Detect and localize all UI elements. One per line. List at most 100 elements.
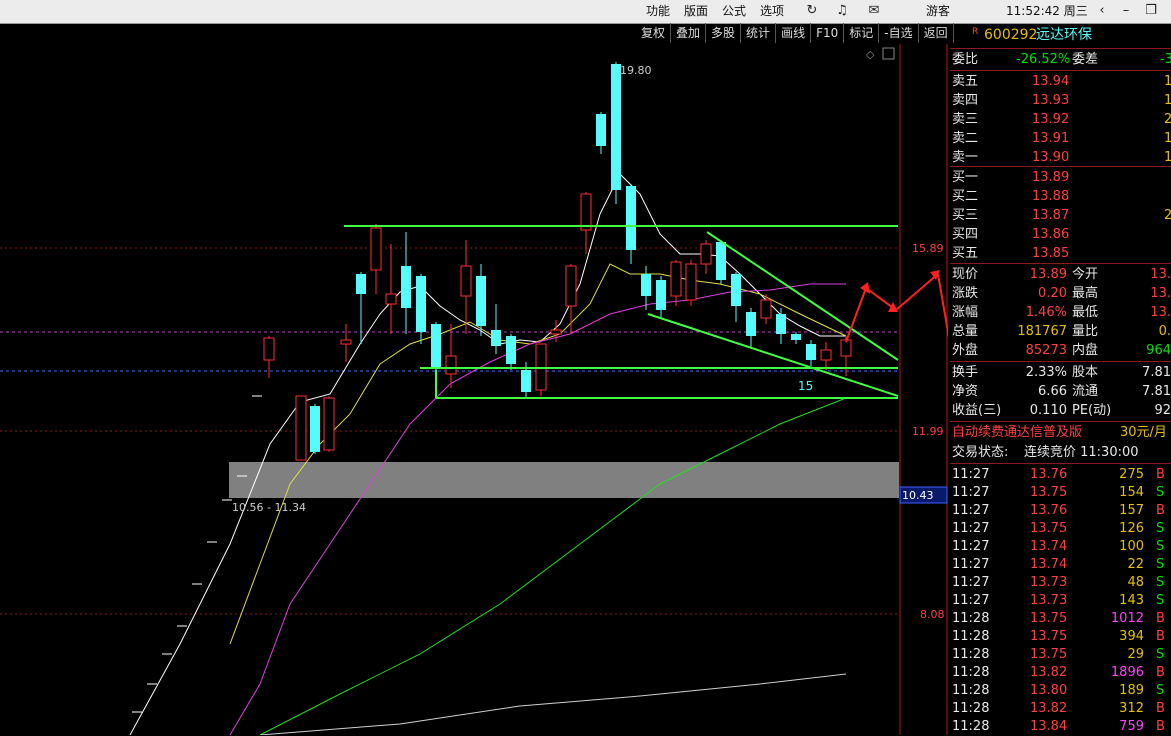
fundamental-row: 净资 6.66 流通 7.81: [950, 383, 1171, 401]
promo-price: 30元/月: [1120, 425, 1167, 440]
sell-order-row[interactable]: 卖五 13.94 1: [950, 73, 1171, 91]
quote-value: 181767: [1017, 324, 1067, 339]
mail-icon[interactable]: ✉: [866, 3, 882, 19]
candle-body-up: [385, 293, 397, 305]
candle-body-down: [716, 242, 726, 280]
toolbar-restore-rights[interactable]: 复权: [636, 23, 672, 43]
menu-function[interactable]: 功能: [646, 0, 670, 23]
order-price: 13.88: [1032, 189, 1070, 204]
tick-side: S: [1156, 539, 1165, 554]
toolbar-draw-line[interactable]: 画线: [776, 23, 812, 43]
toolbar-mark[interactable]: 标记: [844, 23, 880, 43]
sell-order-row[interactable]: 卖二 13.91 1: [950, 130, 1171, 148]
tick-row: 11:28 13.75 29 S: [950, 646, 1171, 664]
toolbar-return[interactable]: 返回: [919, 23, 954, 43]
tick-row: 11:27 13.76 275 B: [950, 466, 1171, 484]
minimize-icon[interactable]: –: [1118, 3, 1134, 19]
tick-price: 13.76: [1030, 503, 1068, 518]
candle-body-down: [506, 336, 516, 364]
tick-volume: 275: [1119, 467, 1144, 482]
tick-side: S: [1156, 575, 1165, 590]
diamond-icon[interactable]: ◇: [866, 48, 875, 61]
sell-order-row[interactable]: 卖一 13.90 1: [950, 149, 1171, 167]
toolbar-watchlist[interactable]: -自选: [879, 23, 919, 43]
candle-body-up: [445, 355, 457, 375]
tick-volume: 29: [1127, 647, 1144, 662]
order-price: 13.93: [1032, 93, 1070, 108]
tick-volume: 48: [1127, 575, 1144, 590]
tick-row: 11:28 13.82 1896 B: [950, 664, 1171, 682]
range-label: 10.56 - 11.34: [232, 501, 306, 514]
candle-body-down: [476, 276, 486, 326]
tick-side: S: [1156, 647, 1165, 662]
order-volume: 1: [1164, 74, 1171, 89]
order-label: 买一: [952, 170, 979, 185]
user-label[interactable]: 游客: [926, 0, 950, 23]
quote-label: 外盘: [952, 343, 979, 358]
candle-body-down: [310, 406, 320, 452]
toolbar-statistics[interactable]: 统计: [741, 23, 777, 43]
candle-body-down: [431, 324, 441, 368]
candle-body-down: [356, 274, 366, 294]
order-label: 买三: [952, 208, 979, 223]
candle-body-up: [840, 339, 852, 357]
menu-layout[interactable]: 版面: [684, 0, 708, 23]
stock-code: 600292: [984, 27, 1038, 43]
tick-side: S: [1156, 683, 1165, 698]
candle-body-down: [806, 344, 816, 360]
toolbar-multi-stock[interactable]: 多股: [706, 23, 742, 43]
back-icon[interactable]: ‹: [1094, 3, 1110, 19]
stock-header[interactable]: R 600292 远达环保: [950, 26, 1171, 44]
candle-body-up: [685, 263, 697, 301]
tick-side: B: [1156, 467, 1165, 482]
toolbar-overlay[interactable]: 叠加: [671, 23, 707, 43]
toolbar-f10[interactable]: F10: [811, 23, 845, 43]
tick-row: 11:27 13.76 157 B: [950, 502, 1171, 520]
bell-icon[interactable]: ♫: [834, 3, 850, 19]
kline-chart[interactable]: ◇ 19.80 10.56 - 11.34 15 15.89 11.99 8.0…: [0, 44, 948, 735]
fund-label: 收益(三): [952, 403, 1002, 418]
buy-order-row[interactable]: 买四 13.86: [950, 226, 1171, 244]
tick-volume: 154: [1119, 485, 1144, 500]
menu-formula[interactable]: 公式: [722, 0, 746, 23]
current-price-tag-text: 10.43: [902, 489, 934, 502]
tick-price: 13.82: [1030, 701, 1068, 716]
promo-row[interactable]: 自动续费通达信普及版 30元/月: [950, 424, 1171, 442]
buy-order-row[interactable]: 买三 13.87 2: [950, 207, 1171, 225]
candle-body-up: [820, 349, 832, 361]
menu-options[interactable]: 选项: [760, 0, 784, 23]
tick-row: 11:27 13.74 100 S: [950, 538, 1171, 556]
refresh-icon[interactable]: ↻: [804, 3, 820, 19]
quote-label: 涨幅: [952, 305, 979, 320]
tick-row: 11:27 13.75 154 S: [950, 484, 1171, 502]
candle-body-up: [670, 261, 682, 297]
candle-body-up: [550, 329, 562, 335]
tick-row: 11:27 13.73 48 S: [950, 574, 1171, 592]
restore-icon[interactable]: ❐: [1143, 3, 1159, 19]
candle-body-down: [416, 276, 426, 332]
tick-price: 13.82: [1030, 665, 1068, 680]
tick-side: B: [1156, 719, 1165, 734]
buy-order-row[interactable]: 买二 13.88: [950, 188, 1171, 206]
order-price: 13.90: [1032, 150, 1070, 165]
buy-order-row[interactable]: 买五 13.85: [950, 245, 1171, 263]
expand-box-icon[interactable]: [882, 47, 895, 60]
order-label: 卖二: [952, 131, 979, 146]
order-volume: 2: [1164, 112, 1171, 127]
candle-body-down: [791, 334, 801, 340]
quote-row: 外盘 85273 内盘 964: [950, 342, 1171, 360]
fund-value: 0.110: [1029, 403, 1067, 418]
quote-value: 13.89: [1029, 267, 1067, 282]
tick-time: 11:27: [952, 593, 990, 608]
order-label: 卖三: [952, 112, 979, 127]
sell-order-row[interactable]: 卖四 13.93 1: [950, 92, 1171, 110]
fundamental-row: 换手 2.33% 股本 7.81: [950, 364, 1171, 382]
order-volume: 2: [1164, 208, 1171, 223]
moving-average-line: [129, 173, 846, 735]
price-range-zone: [229, 462, 899, 498]
sell-order-row[interactable]: 卖三 13.92 2: [950, 111, 1171, 129]
candle-body-up: [700, 243, 712, 265]
tick-side: B: [1156, 665, 1165, 680]
buy-order-row[interactable]: 买一 13.89: [950, 169, 1171, 187]
tick-time: 11:28: [952, 701, 990, 716]
